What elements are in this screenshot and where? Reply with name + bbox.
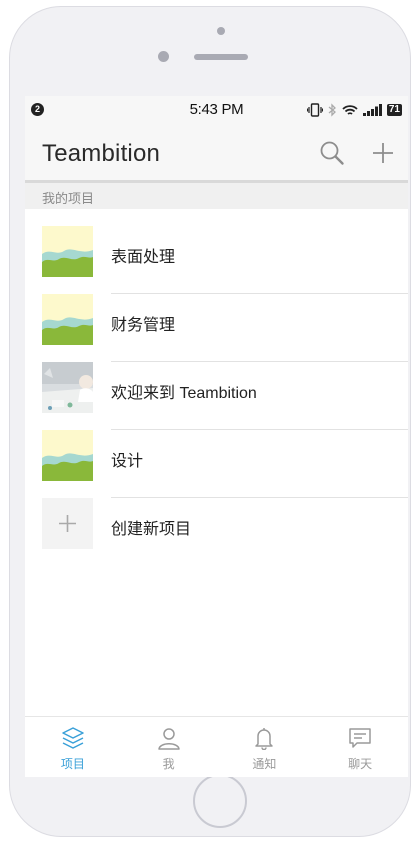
bell-icon — [255, 728, 274, 750]
tab-label: 通知 — [252, 757, 277, 771]
project-name: 设计 — [111, 453, 144, 470]
wifi-icon — [342, 104, 358, 115]
status-bar: 2 5:43 PM 71 — [25, 96, 408, 123]
tab-label: 项目 — [60, 757, 85, 771]
layers-icon — [62, 727, 84, 749]
project-item[interactable]: 财务管理 — [25, 277, 408, 362]
plus-icon[interactable] — [369, 139, 397, 167]
project-list: 表面处理 财务管理 欢迎来到 Teambition 设计 创建新项目 — [25, 209, 408, 549]
plus-icon — [59, 515, 76, 532]
app-header: Teambition — [25, 123, 408, 183]
app-title: Teambition — [42, 140, 161, 167]
project-name: 表面处理 — [111, 249, 176, 266]
app-screen: 2 5:43 PM 71 Teambition 我的项目 表面处理 财务管理 欢… — [25, 96, 408, 777]
bluetooth-icon — [328, 103, 336, 117]
battery-icon: 71 — [386, 104, 402, 116]
create-project-box — [42, 498, 93, 549]
signal-icon — [362, 104, 382, 116]
tab-bar: 项目 我 通知 聊天 — [25, 716, 408, 777]
search-icon[interactable] — [318, 139, 346, 167]
tab-me[interactable]: 我 — [121, 717, 217, 777]
project-name: 欢迎来到 Teambition — [111, 385, 257, 402]
front-camera — [217, 27, 225, 35]
vibrate-icon — [306, 103, 323, 117]
section-header: 我的项目 — [25, 183, 408, 209]
project-item[interactable]: 表面处理 — [25, 209, 408, 294]
earpiece-speaker — [194, 54, 248, 60]
chat-icon — [349, 728, 371, 748]
project-name: 财务管理 — [111, 317, 176, 334]
project-thumbnail — [42, 430, 93, 481]
project-thumbnail — [42, 294, 93, 345]
project-item[interactable]: 欢迎来到 Teambition — [25, 345, 408, 430]
project-item[interactable]: 设计 — [25, 413, 408, 498]
create-project-item[interactable]: 创建新项目 — [25, 481, 408, 549]
status-icons: 71 — [306, 102, 402, 118]
tab-notifications[interactable]: 通知 — [217, 717, 313, 777]
tab-projects[interactable]: 项目 — [25, 717, 121, 777]
project-thumbnail — [42, 226, 93, 277]
home-button[interactable] — [193, 774, 247, 828]
create-project-label: 创建新项目 — [111, 521, 192, 538]
tab-label: 聊天 — [348, 757, 373, 771]
person-icon — [157, 728, 180, 750]
proximity-sensor — [158, 51, 169, 62]
tab-label: 我 — [162, 757, 175, 771]
project-thumbnail — [42, 362, 93, 413]
section-title: 我的项目 — [42, 191, 95, 206]
tab-chat[interactable]: 聊天 — [312, 717, 408, 777]
